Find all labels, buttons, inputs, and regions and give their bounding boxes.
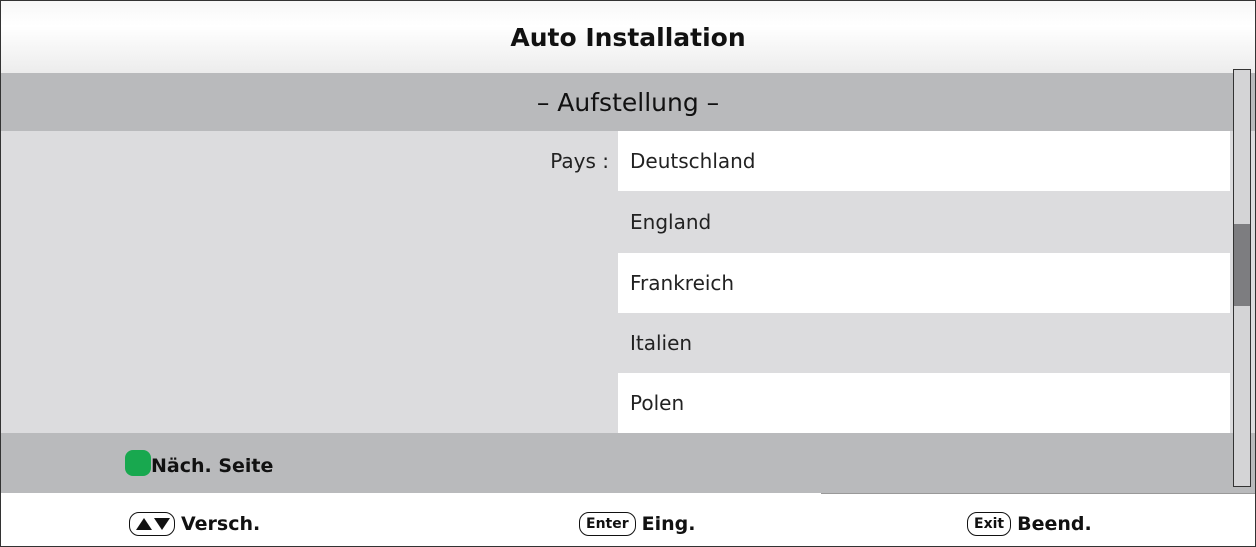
move-hint-label: Versch. (181, 513, 261, 535)
move-hint: Versch. (129, 512, 260, 536)
country-option[interactable]: Polen (618, 373, 1230, 433)
country-selection-area: Pays : Deutschland England Frankreich It… (1, 131, 1255, 433)
country-option[interactable]: Frankreich (618, 253, 1230, 313)
country-option[interactable]: England (618, 191, 1230, 253)
exit-hint-label: Beend. (1017, 513, 1092, 535)
section-subtitle: – Aufstellung – (1, 73, 1255, 131)
key-hints-footer: Versch. Enter Eing. Exit Beend. (1, 493, 1255, 546)
country-option[interactable]: Deutschland (618, 131, 1230, 191)
green-key-icon[interactable] (125, 450, 151, 476)
footer-divider (821, 493, 1255, 494)
exit-key-icon: Exit (967, 512, 1012, 536)
enter-hint-label: Eing. (641, 513, 696, 535)
up-down-arrows-icon (129, 512, 175, 536)
country-field-label: Pays : (550, 149, 609, 173)
enter-key-icon: Enter (579, 512, 636, 536)
scrollbar-thumb[interactable] (1234, 224, 1250, 306)
dialog-title: Auto Installation (1, 1, 1255, 73)
country-option[interactable]: Italien (618, 313, 1230, 373)
next-page-label[interactable]: Näch. Seite (151, 455, 273, 477)
country-list: Deutschland England Frankreich Italien P… (618, 131, 1230, 433)
scrollbar[interactable] (1233, 69, 1251, 487)
installation-dialog: Auto Installation – Aufstellung – Pays :… (0, 0, 1256, 547)
enter-hint: Enter Eing. (579, 512, 695, 536)
exit-hint: Exit Beend. (967, 512, 1092, 536)
next-page-band: Näch. Seite (1, 433, 1255, 493)
